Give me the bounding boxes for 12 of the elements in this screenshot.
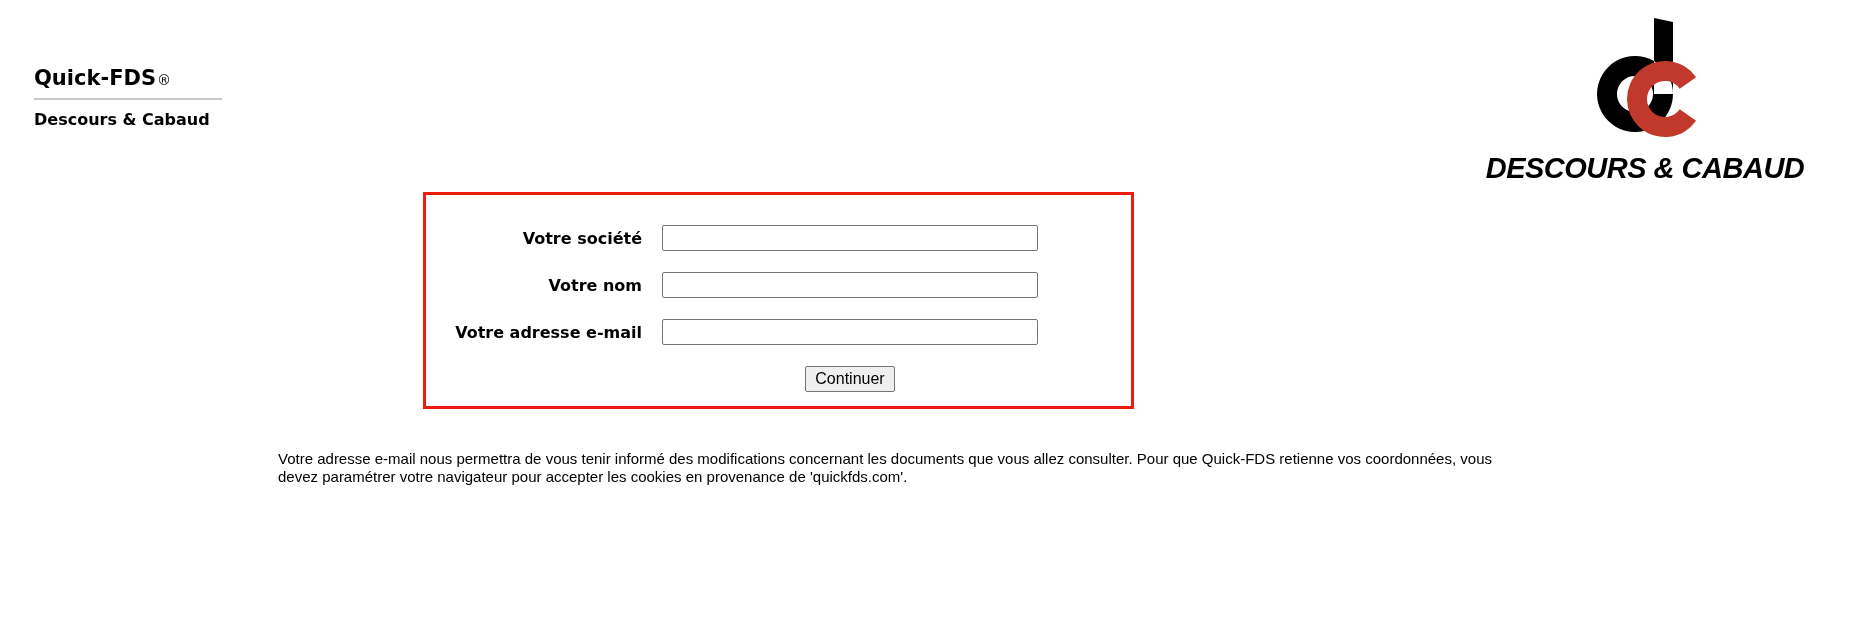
field-label: Votre nom [547, 275, 643, 295]
input-field[interactable] [662, 272, 1038, 298]
input-field[interactable] [662, 225, 1038, 251]
company-name: Descours & Cabaud [34, 110, 211, 129]
continue-button[interactable]: Continuer [805, 366, 895, 392]
notice-text: Votre adresse e-mail nous permettra de vous tenir informé des modifications concernant les documents que vous allez consulter. Pour que Quick-FDS retienne vos coordonnées, vous devez paramétrer votre navigateur pour accepter les cookies en provenance de 'quickfds.com'. [278, 450, 1493, 486]
field-label: Votre société [521, 228, 643, 248]
registered-mark: ® [157, 72, 172, 88]
brand-title: Quick-FDS [34, 66, 157, 90]
input-field[interactable] [662, 319, 1038, 345]
field-label: Votre adresse e-mail [454, 322, 643, 342]
logo-text: DESCOURS & CABAUD [1485, 152, 1805, 185]
